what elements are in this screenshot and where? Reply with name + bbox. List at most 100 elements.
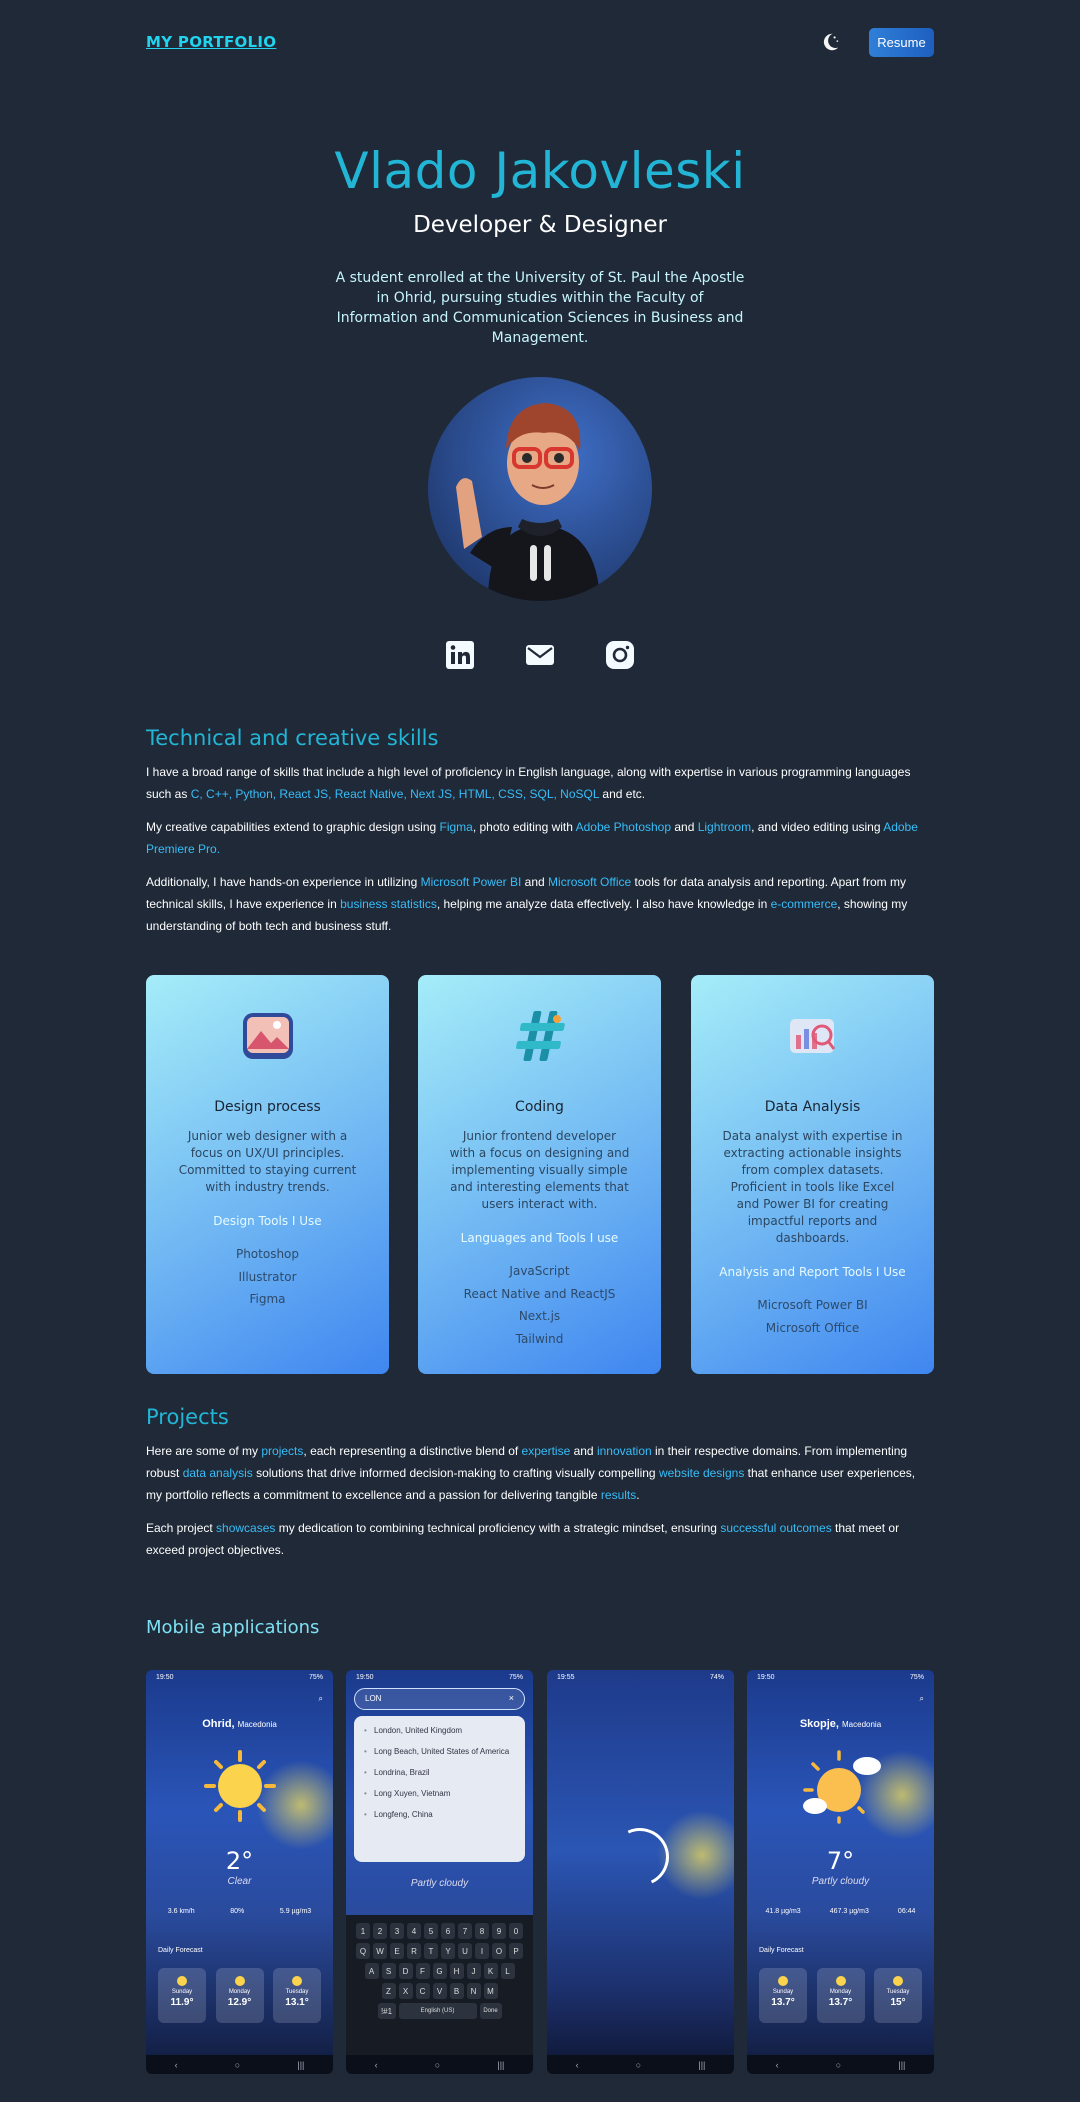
dark-mode-toggle-icon[interactable] xyxy=(819,31,841,53)
keyboard-key[interactable]: T xyxy=(424,1943,438,1959)
card-title: Coding xyxy=(515,1099,564,1115)
skills-title: Technical and creative skills xyxy=(146,726,439,750)
status-bar: 19:50 75% xyxy=(156,1674,323,1681)
phone-screenshot-search[interactable]: 19:5075% LON× London, United Kingdom Lon… xyxy=(346,1670,533,2074)
daily-forecast-label: Daily Forecast xyxy=(158,1947,203,1954)
keyboard-key[interactable]: L xyxy=(500,1963,515,1979)
mobile-screenshots: 19:50 75% ⌕ Ohrid, Macedonia 2° Clear 3.6… xyxy=(146,1670,934,2074)
tool-list: JavaScript React Native and ReactJS Next… xyxy=(418,1260,661,1350)
resume-button[interactable]: Resume xyxy=(869,27,934,57)
keyboard-key[interactable]: K xyxy=(483,1963,498,1979)
mail-icon[interactable] xyxy=(525,640,555,670)
weather-stats: 41.8 µg/m3 467.3 µg/m3 06:44 xyxy=(765,1908,916,1915)
card-data-analysis: Data Analysis Data analyst with expertis… xyxy=(691,975,934,1374)
phone-screenshot-skopje[interactable]: 19:50 75% ⌕ Skopje, Macedonia 7° Partly c… xyxy=(747,1670,934,2074)
hero-bio: A student enrolled at the University of … xyxy=(335,270,745,346)
weather-stats: 3.6 km/h 80% 5.9 µg/m3 xyxy=(167,1908,312,1915)
social-links xyxy=(445,640,635,670)
keyboard-key[interactable]: 4 xyxy=(407,1923,421,1939)
card-subtitle: Languages and Tools I use xyxy=(460,1231,619,1245)
keyboard-key[interactable]: G xyxy=(432,1963,447,1979)
keyboard-key[interactable]: W xyxy=(373,1943,387,1959)
keyboard-key[interactable]: A xyxy=(364,1963,379,1979)
forecast-days: Sunday 13.7° Monday 13.7° Tuesday 15° xyxy=(759,1968,922,2023)
keyboard-row: ASDFGHJKL xyxy=(349,1963,530,1979)
suggestion-item[interactable]: Long Xuyen, Vietnam xyxy=(364,1783,515,1804)
keyboard-key[interactable]: 9 xyxy=(492,1923,506,1939)
card-title: Data Analysis xyxy=(764,1099,861,1115)
keyboard-key[interactable]: S xyxy=(381,1963,396,1979)
suggestion-item[interactable]: Longfeng, China xyxy=(364,1804,515,1825)
keyboard-key[interactable]: 3 xyxy=(390,1923,404,1939)
keyboard-key[interactable]: C xyxy=(415,1983,430,1999)
card-subtitle: Analysis and Report Tools I Use xyxy=(719,1265,906,1279)
skills-paragraph-1: I have a broad range of skills that incl… xyxy=(146,765,911,801)
skills-paragraph-3: Additionally, I have hands-on experience… xyxy=(146,875,908,933)
keyboard-key[interactable]: Y xyxy=(441,1943,455,1959)
on-screen-keyboard[interactable]: 1234567890 QWERTYUIOP ASDFGHJKL ZXCVBNM … xyxy=(346,1915,533,2055)
site-logo[interactable]: MY PORTFOLIO xyxy=(146,33,276,51)
close-icon[interactable]: × xyxy=(509,1693,514,1703)
keyboard-key[interactable]: R xyxy=(407,1943,421,1959)
instagram-icon[interactable] xyxy=(605,640,635,670)
keyboard-row: 1234567890 xyxy=(349,1923,530,1939)
keyboard-key[interactable]: I xyxy=(475,1943,489,1959)
tool-item: Photoshop xyxy=(235,1247,300,1261)
keyboard-key[interactable]: O xyxy=(492,1943,506,1959)
city-search-input[interactable]: LON × xyxy=(354,1688,525,1710)
forecast-day: Sunday 13.7° xyxy=(759,1968,807,2023)
keyboard-key[interactable]: U xyxy=(458,1943,472,1959)
keyboard-key[interactable]: N xyxy=(466,1983,481,1999)
card-title: Design process xyxy=(214,1099,321,1115)
suggestion-item[interactable]: London, United Kingdom xyxy=(364,1720,515,1741)
keyboard-key[interactable]: E xyxy=(390,1943,404,1959)
keyboard-key[interactable]: 2 xyxy=(373,1923,387,1939)
search-icon: ⌕ xyxy=(919,1694,924,1703)
search-icon: ⌕ xyxy=(318,1694,323,1703)
tool-item: Figma xyxy=(249,1292,286,1306)
keyboard-key[interactable]: V xyxy=(432,1983,447,1999)
hashtag-icon xyxy=(516,1011,565,1061)
keyboard-key[interactable]: M xyxy=(483,1983,498,1999)
condition: Partly cloudy xyxy=(811,1876,870,1887)
forecast-day: Monday 12.9° xyxy=(215,1968,264,2023)
image-gallery-icon xyxy=(243,1013,293,1059)
suggestion-item[interactable]: Londrina, Brazil xyxy=(364,1762,515,1783)
keyboard-key[interactable]: Q xyxy=(356,1943,370,1959)
keyboard-key[interactable]: P xyxy=(509,1943,523,1959)
skills-paragraph-2: My creative capabilities extend to graph… xyxy=(146,820,918,856)
keyboard-key[interactable]: Z xyxy=(381,1983,396,1999)
keyboard-key[interactable]: 8 xyxy=(475,1923,489,1939)
phone-screenshot-ohrid[interactable]: 19:50 75% ⌕ Ohrid, Macedonia 2° Clear 3.6… xyxy=(146,1670,333,2074)
keyboard-key[interactable]: J xyxy=(466,1963,481,1979)
keyboard-key[interactable]: D xyxy=(398,1963,413,1979)
keyboard-row: QWERTYUIOP xyxy=(349,1943,530,1959)
keyboard-key[interactable]: 6 xyxy=(441,1923,455,1939)
tool-item: Illustrator xyxy=(238,1269,297,1284)
condition: Partly cloudy xyxy=(410,1878,469,1889)
phone-screenshot-loading[interactable]: 19:55 74% ‹ ○ ||| xyxy=(547,1670,734,2074)
keyboard-key[interactable]: 0 xyxy=(509,1923,523,1939)
hero-section: Vlado Jakovleski Developer & Designer A … xyxy=(0,142,1080,348)
city-name: Skopje, Macedonia xyxy=(799,1718,882,1730)
sun-icon xyxy=(204,1750,276,1822)
forecast-day: Monday 13.7° xyxy=(816,1968,865,2023)
keyboard-bottom-row: !#1 English (US) Done xyxy=(349,2003,530,2019)
keyboard-key[interactable]: 5 xyxy=(424,1923,438,1939)
linkedin-icon[interactable] xyxy=(445,640,475,670)
tool-item: Tailwind xyxy=(515,1331,564,1346)
card-description: Data analyst with expertise in extractin… xyxy=(722,1129,903,1245)
keyboard-key[interactable]: X xyxy=(398,1983,413,1999)
suggestion-item[interactable]: Long Beach, United States of America xyxy=(364,1741,515,1762)
mobile-apps-title: Mobile applications xyxy=(146,1617,320,1638)
keyboard-key[interactable]: B xyxy=(449,1983,464,1999)
keyboard-key[interactable]: 7 xyxy=(458,1923,472,1939)
chart-analysis-icon xyxy=(790,1019,836,1053)
keyboard-key[interactable]: 1 xyxy=(356,1923,370,1939)
tool-item: React Native and ReactJS xyxy=(463,1286,616,1301)
tool-list: Photoshop Illustrator Figma xyxy=(146,1243,389,1311)
keyboard-key[interactable]: H xyxy=(449,1963,464,1979)
status-bar: 19:50 75% xyxy=(356,1674,523,1681)
keyboard-key[interactable]: F xyxy=(415,1963,430,1979)
card-subtitle: Design Tools I Use xyxy=(213,1214,322,1228)
